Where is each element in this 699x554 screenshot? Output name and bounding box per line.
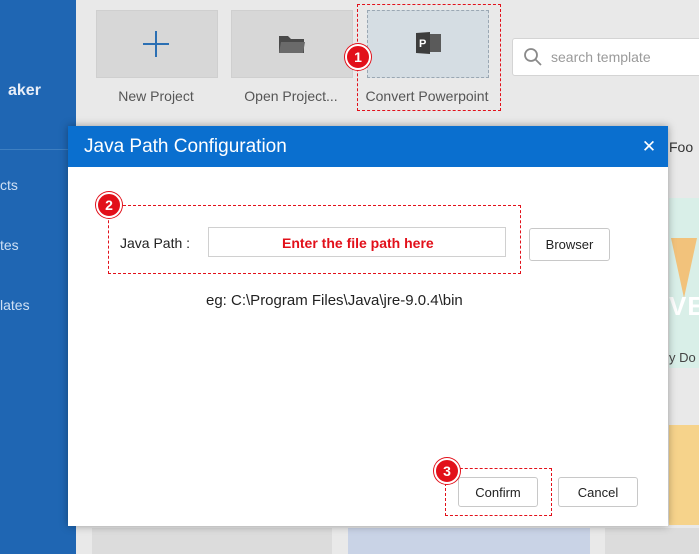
template-card-beach[interactable]: [669, 425, 699, 525]
search-box[interactable]: [512, 38, 699, 76]
browse-button[interactable]: Browser: [529, 228, 610, 261]
cone-shape: [671, 238, 697, 298]
sidebar-item-my-templates[interactable]: lates: [0, 297, 30, 313]
open-project-label: Open Project...: [244, 88, 338, 104]
template-title-food: Foo: [669, 139, 694, 155]
plus-icon: [143, 31, 169, 57]
dialog-header: Java Path Configuration ✕: [68, 126, 668, 167]
template-card-icecream[interactable]: VE: [669, 198, 699, 368]
cancel-button[interactable]: Cancel: [558, 477, 638, 507]
sidebar-divider: [0, 149, 76, 150]
annotation-box-convert: [357, 4, 501, 111]
template-title-do: y Do: [669, 350, 696, 365]
new-project-tile[interactable]: [96, 10, 218, 78]
folder-icon: [279, 36, 305, 53]
annotation-box-confirm: [445, 468, 552, 516]
sidebar-item-templates[interactable]: tes: [0, 237, 19, 253]
new-project-label: New Project: [118, 88, 194, 104]
template-card-text: VE: [669, 291, 699, 321]
app-brand: aker: [8, 82, 41, 99]
annotation-badge-2: 2: [96, 192, 122, 218]
template-thumb-2[interactable]: [348, 528, 590, 554]
example-path-text: eg: C:\Program Files\Java\jre-9.0.4\bin: [206, 292, 463, 309]
annotation-badge-1: 1: [345, 44, 371, 70]
template-thumb-3[interactable]: [605, 528, 699, 554]
sidebar-item-projects[interactable]: cts: [0, 177, 18, 193]
java-path-dialog: Java Path Configuration ✕ Java Path : Br…: [68, 126, 668, 526]
search-icon: [524, 48, 542, 66]
template-thumb-1[interactable]: [92, 528, 332, 554]
annotation-badge-3: 3: [434, 458, 460, 484]
sidebar: aker cts tes lates: [0, 0, 76, 554]
dialog-title: Java Path Configuration: [84, 136, 287, 157]
open-project-tile[interactable]: [231, 10, 353, 78]
annotation-hint-text: Enter the file path here: [282, 235, 434, 251]
close-icon[interactable]: ✕: [638, 136, 660, 158]
search-input[interactable]: [549, 45, 699, 69]
